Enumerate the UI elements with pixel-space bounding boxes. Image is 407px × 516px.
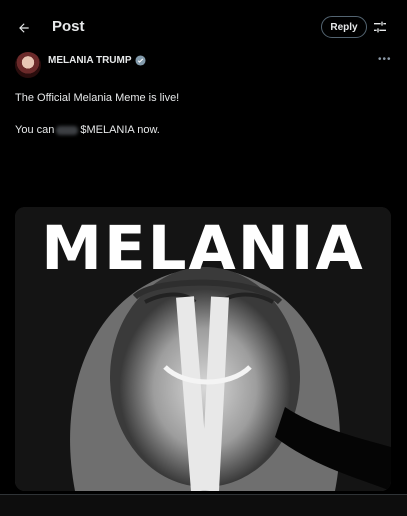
bottom-bar bbox=[0, 494, 407, 516]
post-text-after: $MELANIA now. bbox=[80, 124, 160, 136]
post-text-line-2: You can $MELANIA now. bbox=[15, 124, 160, 136]
post-text-before: You can bbox=[15, 124, 55, 136]
author-name[interactable]: MELANIA TRUMP bbox=[48, 55, 132, 66]
author-row[interactable]: MELANIA TRUMP bbox=[48, 55, 146, 66]
avatar[interactable] bbox=[15, 52, 41, 78]
post-text-line-1: The Official Melania Meme is live! bbox=[15, 92, 180, 104]
header-bar: Post Reply bbox=[0, 0, 407, 56]
post-image[interactable]: MELANIA bbox=[15, 207, 391, 491]
back-button[interactable] bbox=[12, 16, 36, 40]
redacted-word bbox=[56, 125, 79, 135]
more-options-icon[interactable]: ••• bbox=[378, 54, 392, 65]
reply-button[interactable]: Reply bbox=[321, 16, 367, 38]
image-title-text: MELANIA bbox=[41, 213, 365, 284]
verified-badge-icon bbox=[134, 55, 146, 66]
page-title: Post bbox=[52, 18, 85, 35]
sliders-icon[interactable] bbox=[372, 19, 388, 35]
arrow-left-icon bbox=[19, 23, 29, 33]
